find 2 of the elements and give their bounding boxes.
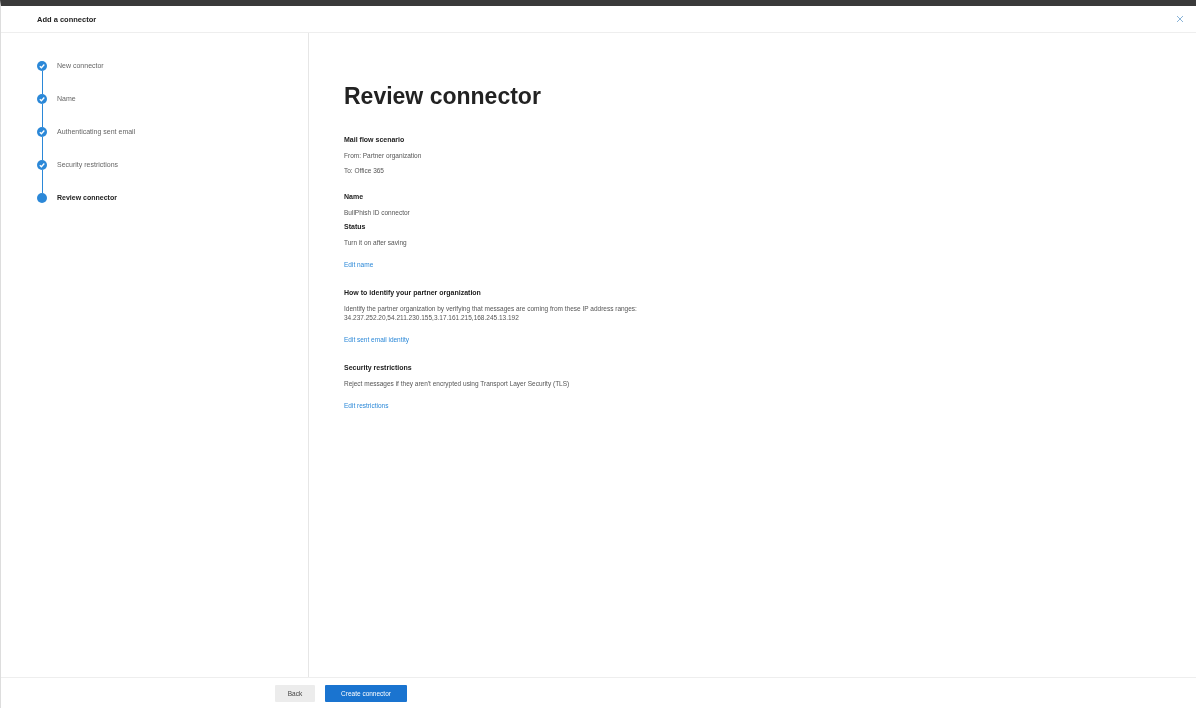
page-title: Review connector — [344, 83, 542, 110]
close-icon[interactable] — [1176, 15, 1184, 23]
